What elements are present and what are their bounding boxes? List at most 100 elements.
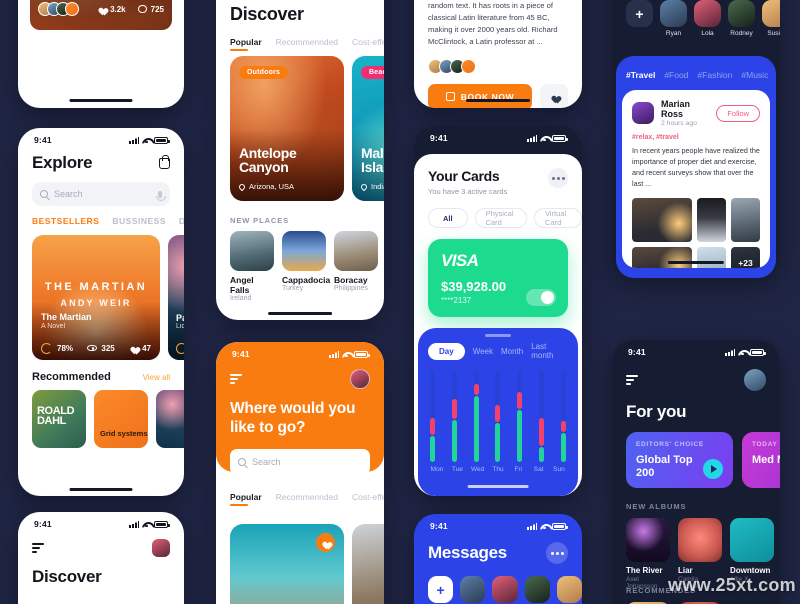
tab-cost-effective[interactable]: Cost-effe [352, 37, 384, 51]
category-tabs[interactable]: BESTSELLERS BUSSINESS DESIGN RO [18, 206, 184, 230]
mic-icon[interactable] [156, 190, 166, 201]
book-likes[interactable]: 47 [129, 344, 151, 353]
menu-icon[interactable] [230, 373, 242, 385]
hashtag-tabs[interactable]: #Travel #Food #Fashion #Music [626, 70, 768, 80]
list-item[interactable]: Downtown Allie X [730, 518, 774, 590]
story-item[interactable]: Lola [694, 0, 721, 37]
tab-bussiness[interactable]: BUSSINESS [112, 216, 166, 230]
card-toggle[interactable] [526, 289, 556, 306]
messages-story-row[interactable]: + [414, 564, 582, 603]
range-week[interactable]: Week [473, 347, 493, 356]
post-image[interactable] [632, 246, 692, 268]
screen-booking[interactable]: random text. It has roots in a piece of … [414, 0, 582, 108]
range-month[interactable]: Month [501, 347, 523, 356]
range-last-month[interactable]: Last month [531, 342, 568, 360]
add-story-button[interactable]: + [626, 0, 653, 27]
hashtag-fashion[interactable]: #Fashion [697, 70, 732, 80]
screen-social[interactable]: + Ryan Lola Rodney Susie #Travel #Food [612, 0, 780, 278]
post-image[interactable] [696, 246, 726, 268]
discover-tabs[interactable]: Popular Recommennded Cost-effe [216, 25, 384, 51]
more-options-button[interactable] [546, 542, 568, 564]
filter-physical-card[interactable]: Physical Card [474, 208, 528, 228]
play-button[interactable] [703, 459, 723, 479]
comment-stat[interactable]: 725 [137, 5, 164, 14]
list-item[interactable]: Liar Camila Cabello [678, 518, 722, 590]
favorite-button[interactable] [316, 533, 335, 552]
avatar[interactable] [460, 576, 486, 603]
hashtag-travel[interactable]: #Travel [626, 70, 655, 80]
like-stat[interactable]: 3.2k [97, 5, 126, 14]
featured-book-card-next[interactable]: Pa Lida [168, 235, 184, 360]
list-item[interactable]: Boracay Philippines [334, 231, 378, 302]
chart-range-tabs[interactable]: Day Week Month Last month [428, 342, 568, 360]
add-chat-button[interactable]: + [428, 576, 454, 603]
post-gallery[interactable] [622, 190, 770, 242]
tab-recommended[interactable]: Recommennded [276, 37, 338, 51]
tab-bestsellers[interactable]: BESTSELLERS [32, 216, 99, 230]
list-item[interactable]: Grid systems [94, 390, 148, 448]
list-item[interactable]: Cappadocia Turkey [282, 231, 330, 302]
story-item[interactable]: Rodney [728, 0, 755, 37]
tab-popular[interactable]: Popular [230, 37, 262, 51]
list-item[interactable]: Angel Falls Ireland [230, 231, 274, 302]
recommended-list[interactable]: ROALD DAHL Grid systems [32, 390, 184, 448]
book-now-button[interactable]: BOOK NOW [428, 83, 532, 108]
post-image[interactable] [696, 197, 726, 242]
hashtag-music[interactable]: #Music [741, 70, 768, 80]
screen-discover-bottom[interactable]: 9:41 Discover [18, 512, 184, 604]
bag-icon[interactable] [159, 154, 170, 169]
avatar[interactable] [152, 539, 170, 557]
screen-discover-top[interactable]: Discover Popular Recommennded Cost-effe … [216, 0, 384, 320]
screen-explore[interactable]: 9:41 Explore Search BESTSELLERS BUSSINES… [18, 128, 184, 496]
story-item[interactable]: Susie [762, 0, 780, 37]
search-input[interactable]: Search [230, 448, 370, 475]
range-day[interactable]: Day [428, 342, 465, 360]
post-image[interactable] [730, 197, 761, 242]
menu-icon[interactable] [626, 374, 638, 386]
travel-tabs[interactable]: Popular Recommennded Cost-effe [216, 475, 384, 506]
drag-handle[interactable] [485, 334, 511, 337]
avatar[interactable] [524, 576, 550, 603]
avatar[interactable] [556, 576, 582, 603]
list-item[interactable]: The River Axel Johansson [626, 518, 670, 590]
card-filters[interactable]: All Physical Card Virtual Card [428, 208, 582, 228]
carousel-dots[interactable] [83, 30, 119, 33]
visa-card[interactable]: VISA $39,928.00 ****2137 [428, 239, 568, 317]
search-input[interactable]: Search [32, 182, 170, 206]
filter-all[interactable]: All [428, 208, 468, 228]
screen-music[interactable]: 9:41 For you EDITORS' CHOICE Global Top … [612, 340, 780, 604]
place-card-antelope[interactable]: Outdoors Antelope Canyon Arizona, USA [230, 56, 344, 201]
screen-cards[interactable]: 9:41 Your Cards You have 3 active cards … [414, 126, 582, 496]
post-card[interactable]: Marian Ross 2 hours ago Follow #relax, #… [622, 90, 770, 268]
tab-design[interactable]: DESIGN [179, 216, 184, 230]
list-item[interactable] [156, 390, 184, 448]
activity-chart-panel[interactable]: Day Week Month Last month Mon Tue Wed Thu Fr… [418, 328, 578, 496]
follow-button[interactable]: Follow [716, 104, 760, 122]
tab-recommended[interactable]: Recommennded [276, 492, 338, 506]
screen-messages[interactable]: 9:41 Messages + [414, 514, 582, 604]
favorite-button[interactable] [540, 83, 568, 108]
featured-playlist-global[interactable]: EDITORS' CHOICE Global Top 200 [626, 432, 733, 488]
story-item[interactable]: Ryan [660, 0, 687, 37]
screen-travel-search[interactable]: 9:41 Where would you like to go? Search … [216, 342, 384, 604]
featured-book-card[interactable]: THE MARTIAN ANDY WEIR The Martian A Nove… [32, 235, 160, 360]
hashtag-food[interactable]: #Food [664, 70, 688, 80]
story-row[interactable]: + Ryan Lola Rodney Susie [626, 0, 780, 37]
tab-cost-effective[interactable]: Cost-effe [352, 492, 384, 506]
place-card-maldives[interactable]: Beach Maldives Islands Indian [352, 56, 384, 201]
post-gallery-row2[interactable]: +23 [622, 242, 770, 268]
avatar[interactable] [350, 369, 370, 389]
tab-popular[interactable]: Popular [230, 492, 262, 506]
avatar[interactable] [492, 576, 518, 603]
travel-card-rock[interactable] [352, 524, 384, 604]
travel-card-bridge[interactable] [230, 524, 344, 604]
post-image-more[interactable]: +23 [730, 246, 761, 268]
screen-blog-card[interactable]: classical Latin literature from 45 BC, m… [18, 0, 184, 108]
more-options-button[interactable] [548, 168, 568, 188]
featured-playlist-today[interactable]: TODAY Med Mon [742, 432, 780, 488]
new-places-list[interactable]: Angel Falls Ireland Cappadocia Turkey Bo… [230, 231, 384, 302]
avatar[interactable] [744, 369, 766, 391]
post-image[interactable] [632, 197, 692, 242]
album-list[interactable]: The River Axel Johansson Liar Camila Cab… [626, 518, 780, 590]
list-item[interactable]: ROALD DAHL [32, 390, 86, 448]
